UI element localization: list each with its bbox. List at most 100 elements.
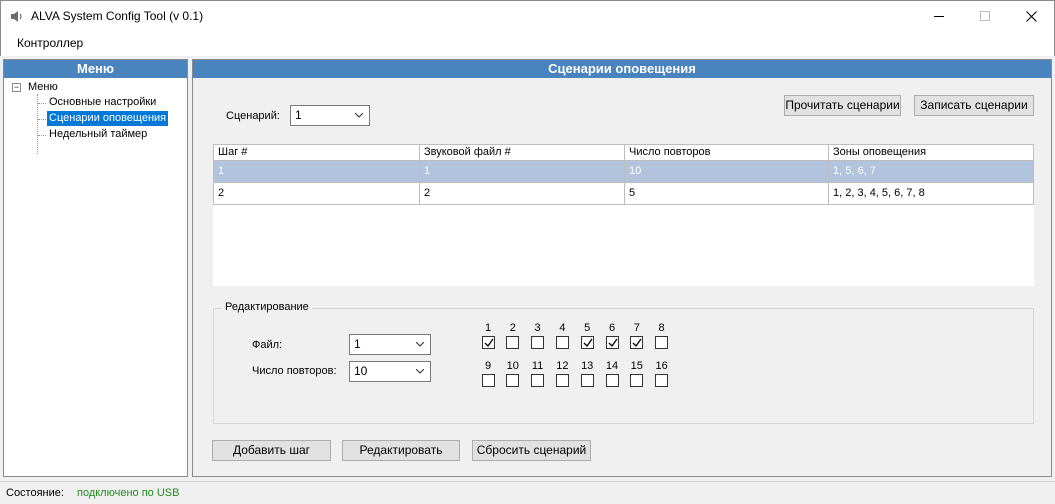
file-select-value: 1 [354, 337, 361, 351]
table-cell: 1, 2, 3, 4, 5, 6, 7, 8 [833, 187, 925, 199]
zone-number: 5 [584, 322, 591, 334]
zone-checkbox[interactable] [655, 374, 669, 387]
zone-checkbox[interactable] [605, 374, 619, 387]
sidebar: Меню − Меню Основные настройки Сценарии … [3, 59, 188, 477]
repeats-select[interactable]: 10 [349, 361, 431, 382]
zone-8: 8 [652, 321, 672, 349]
zone-checkbox[interactable] [531, 374, 545, 387]
file-select[interactable]: 1 [349, 334, 431, 355]
zone-checkbox[interactable] [481, 374, 495, 387]
close-icon [1025, 10, 1037, 22]
speaker-icon [10, 10, 24, 23]
column-header-repeats[interactable]: Число повторов [625, 145, 829, 160]
zone-10: 10 [503, 359, 523, 387]
close-button[interactable] [1008, 1, 1054, 31]
column-header-step[interactable]: Шаг # [214, 145, 420, 160]
menu-bar: Контроллер [0, 31, 1055, 56]
repeats-label: Число повторов: [252, 365, 337, 377]
table-header: Шаг # Звуковой файл # Число повторов Зон… [213, 144, 1034, 161]
zone-checkbox[interactable] [580, 336, 594, 349]
table-cell: 5 [625, 183, 829, 204]
zone-number: 3 [534, 322, 541, 334]
menu-tree: − Меню Основные настройки Сценарии опове… [4, 78, 187, 476]
column-header-zones[interactable]: Зоны оповещения [829, 145, 1033, 160]
zone-15: 15 [627, 359, 647, 387]
title-bar: ALVA System Config Tool (v 0.1) [0, 0, 1055, 31]
maximize-icon [979, 10, 990, 21]
table-cell: 10 [625, 161, 829, 182]
table-cell: 1, 5, 6, 7 [833, 165, 876, 177]
zone-11: 11 [528, 359, 548, 387]
checkmark-icon [484, 338, 494, 348]
zone-5: 5 [577, 321, 597, 349]
minimize-button[interactable] [916, 1, 962, 31]
zone-13: 13 [577, 359, 597, 387]
zone-checkbox[interactable] [605, 336, 619, 349]
zone-1: 1 [478, 321, 498, 349]
table-cell: 2 [214, 183, 420, 204]
window-title: ALVA System Config Tool (v 0.1) [31, 9, 204, 23]
zone-4: 4 [552, 321, 572, 349]
reset-scenario-button[interactable]: Сбросить сценарий [472, 440, 591, 461]
sidebar-item-alert-scenarios[interactable]: Сценарии оповещения [47, 111, 169, 126]
collapse-icon[interactable]: − [12, 83, 21, 92]
table-cell: 2 [420, 183, 625, 204]
zone-checkbox[interactable] [630, 336, 644, 349]
zone-number: 6 [608, 322, 616, 334]
chevron-down-icon [416, 342, 424, 347]
panel-header: Сценарии оповещения [193, 60, 1051, 78]
add-step-button[interactable]: Добавить шаг [212, 440, 331, 461]
table-row[interactable]: 1 1 10 1, 5, 6, 7 [213, 161, 1034, 183]
zone-checkbox[interactable] [655, 336, 669, 349]
edit-step-button[interactable]: Редактировать [342, 440, 460, 461]
column-header-sound-file[interactable]: Звуковой файл # [420, 145, 625, 160]
sidebar-header: Меню [4, 60, 187, 78]
zone-6: 6 [602, 321, 622, 349]
scenario-select[interactable]: 1 [290, 105, 370, 126]
status-value: подключено по USB [77, 487, 180, 499]
zone-number: 4 [559, 322, 566, 334]
table-row[interactable]: 2 2 5 1, 2, 3, 4, 5, 6, 7, 8 [213, 183, 1034, 205]
zone-checkbox[interactable] [481, 336, 495, 349]
tree-connector [38, 103, 46, 104]
tree-root-menu[interactable]: Меню [28, 81, 58, 93]
zone-checkbox[interactable] [630, 374, 644, 387]
zone-checkbox[interactable] [531, 336, 545, 349]
read-scenarios-button[interactable]: Прочитать сценарии [784, 95, 901, 116]
zone-checkbox[interactable] [555, 336, 569, 349]
menu-controller[interactable]: Контроллер [17, 36, 83, 50]
zone-checkbox[interactable] [506, 374, 520, 387]
checkmark-icon [608, 338, 618, 348]
scenario-label: Сценарий: [226, 110, 280, 122]
zone-2: 2 [503, 321, 523, 349]
zone-checkbox[interactable] [555, 374, 569, 387]
status-label: Состояние: [6, 487, 64, 499]
edit-group-title: Редактирование [222, 301, 312, 313]
table-cell: 1 [420, 161, 625, 182]
zone-16: 16 [652, 359, 672, 387]
file-label: Файл: [252, 339, 283, 351]
status-bar: Состояние: подключено по USB [0, 481, 1055, 504]
zone-number: 12 [556, 360, 569, 372]
sidebar-item-weekly-timer[interactable]: Недельный таймер [47, 127, 149, 142]
sidebar-item-basic-settings[interactable]: Основные настройки [47, 95, 158, 110]
scenario-select-value: 1 [295, 108, 302, 122]
zone-12: 12 [552, 359, 572, 387]
tree-connector [38, 119, 46, 120]
zone-number: 14 [605, 360, 619, 372]
chevron-down-icon [416, 369, 424, 374]
scenarios-panel: Сценарии оповещения Сценарий: 1 Прочитат… [192, 59, 1052, 477]
write-scenarios-button[interactable]: Записать сценарии [914, 95, 1034, 116]
zone-number: 8 [658, 322, 665, 334]
zone-3: 3 [528, 321, 548, 349]
minimize-icon [933, 15, 944, 17]
zone-number: 10 [506, 360, 519, 372]
tree-connector [38, 135, 46, 136]
chevron-down-icon [355, 113, 363, 118]
zone-number: 2 [509, 322, 516, 334]
zone-checkbox[interactable] [506, 336, 520, 349]
zone-number: 11 [531, 360, 544, 372]
steps-table: Шаг # Звуковой файл # Число повторов Зон… [213, 144, 1034, 286]
zone-checkbox[interactable] [580, 374, 594, 387]
maximize-button[interactable] [962, 1, 1008, 31]
